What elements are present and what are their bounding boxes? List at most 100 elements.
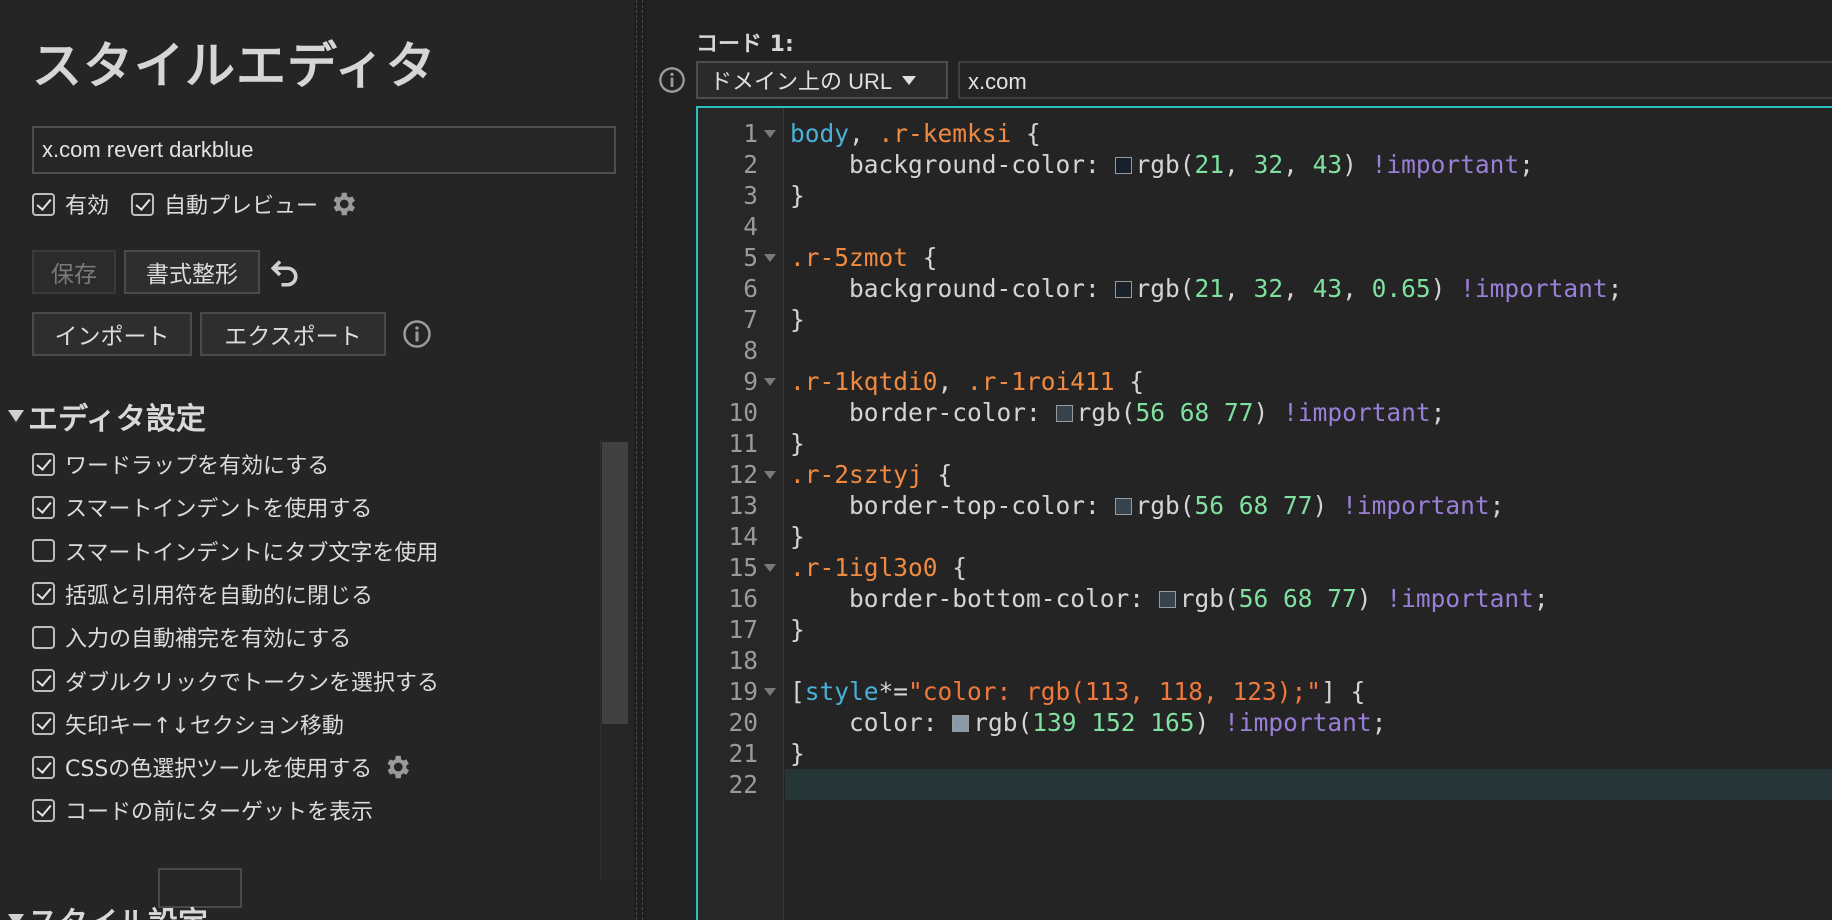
setting-label: 入力の自動補完を有効にする (65, 627, 352, 653)
setting-row[interactable]: ダブルクリックでトークンを選択する (32, 665, 439, 697)
code-token: 43 (1312, 274, 1343, 303)
code-token: { (908, 243, 938, 272)
fold-arrow-icon[interactable] (764, 130, 776, 138)
line-number: 13 (728, 491, 758, 520)
fold-arrow-icon[interactable] (764, 564, 776, 572)
code-line[interactable]: } (790, 521, 805, 552)
code-line[interactable]: } (790, 180, 805, 211)
enabled-checkbox[interactable] (32, 192, 55, 216)
code-token: , (1342, 274, 1372, 303)
code-line[interactable]: .r-5zmot { (790, 242, 938, 273)
setting-checkbox[interactable] (32, 625, 55, 649)
applies-to-select[interactable]: ドメイン上の URL (696, 61, 948, 99)
setting-row[interactable]: 矢印キー↑↓セクション移動 (32, 708, 344, 740)
code-token: 32 (1253, 150, 1284, 179)
code-token: , (849, 119, 879, 148)
setting-checkbox[interactable] (32, 539, 55, 563)
code-line[interactable]: background-color: rgb(21, 32, 43, 0.65) … (790, 273, 1622, 304)
fold-arrow-icon[interactable] (764, 254, 776, 262)
setting-row[interactable]: 入力の自動補完を有効にする (32, 621, 351, 653)
line-number: 1 (743, 119, 758, 148)
code-token: 21 (1194, 274, 1225, 303)
setting-row[interactable]: コードの前にターゲットを表示 (32, 794, 373, 826)
code-line[interactable]: background-color: rgb(21, 32, 43) !impor… (790, 149, 1534, 180)
setting-row[interactable]: スマートインデントを使用する (32, 491, 372, 523)
code-line[interactable]: [style*="color: rgb(113, 118, 123);"] { (790, 676, 1365, 707)
color-swatch-icon[interactable] (1158, 591, 1176, 608)
code-token: ; (1489, 491, 1505, 520)
code-token: border-bottom-color: (790, 584, 1159, 613)
code-line[interactable]: border-bottom-color: rgb(56 68 77) !impo… (790, 583, 1549, 614)
save-button[interactable]: 保存 (32, 250, 116, 294)
code-line[interactable]: .r-1kqtdi0, .r-1roi411 { (790, 366, 1144, 397)
setting-row[interactable]: CSSの色選択ツールを使用する (32, 751, 412, 783)
code-token: 139 152 165 (1032, 708, 1195, 737)
setting-checkbox[interactable] (32, 669, 55, 692)
setting-row[interactable]: スマートインデントにタブ文字を使用 (32, 535, 438, 567)
code-line[interactable]: color: rgb(139 152 165) !important; (790, 707, 1386, 738)
autopreview-checkbox[interactable] (131, 192, 155, 216)
code-editor[interactable]: 1 2 3 4 5 6 7 8 9 10 11 12 13 14 15 16 17 18 19 20 21 22 body… (696, 106, 1832, 920)
code-token: background-color: (790, 150, 1115, 179)
settings-gear-icon[interactable] (382, 752, 412, 782)
code-token: ; (1371, 708, 1387, 737)
export-button[interactable]: エクスポート (200, 312, 386, 356)
applies-to-value: ドメイン上の URL (710, 69, 893, 94)
setting-checkbox[interactable] (32, 582, 55, 606)
collapse-triangle-icon[interactable] (8, 914, 24, 920)
style-settings-title: スタイル設定 (28, 898, 208, 920)
code-line[interactable]: } (790, 614, 805, 645)
color-swatch-icon[interactable] (1114, 281, 1132, 298)
setting-checkbox[interactable] (32, 452, 55, 476)
code-line[interactable]: .r-2sztyj { (790, 459, 952, 490)
color-swatch-icon[interactable] (1114, 157, 1132, 174)
settings-gear-icon[interactable] (328, 189, 358, 219)
color-swatch-icon[interactable] (1114, 498, 1132, 515)
code-line[interactable]: .r-1igl3o0 { (790, 552, 967, 583)
info-icon[interactable] (658, 66, 686, 94)
code-token: style (804, 677, 879, 706)
app-title: スタイルエディタ (32, 37, 437, 95)
enabled-toggle-row: 有効 自動プレビュー (32, 188, 358, 220)
setting-label: ワードラップを有効にする (65, 454, 330, 479)
setting-checkbox[interactable] (32, 712, 55, 736)
editor-settings-heading[interactable]: エディタ設定 (8, 394, 206, 438)
code-token: border-color: (790, 398, 1056, 427)
setting-checkbox[interactable] (32, 755, 55, 779)
collapse-triangle-icon[interactable] (8, 410, 24, 422)
color-swatch-icon[interactable] (952, 715, 970, 732)
color-swatch-icon[interactable] (1055, 405, 1073, 422)
code-line[interactable]: } (790, 428, 805, 459)
style-name-input[interactable]: x.com revert darkblue (32, 126, 616, 174)
fold-arrow-icon[interactable] (764, 688, 776, 696)
code-token: *= (878, 677, 909, 706)
setting-checkbox[interactable] (32, 798, 55, 822)
code-token: .r-1kqtdi0 (790, 367, 938, 396)
code-token: ) (1342, 150, 1372, 179)
code-token: } (790, 739, 805, 768)
code-token: } (790, 429, 805, 458)
setting-row[interactable]: 括弧と引用符を自動的に閉じる (32, 578, 373, 610)
code-line[interactable]: border-top-color: rgb(56 68 77) !importa… (790, 490, 1504, 521)
applies-to-pattern-input[interactable]: x.com (958, 61, 1832, 99)
panel-resize-divider[interactable] (634, 0, 646, 920)
fold-arrow-icon[interactable] (764, 471, 776, 479)
code-line[interactable]: border-color: rgb(56 68 77) !important; (790, 397, 1445, 428)
import-button[interactable]: インポート (32, 312, 192, 356)
style-settings-heading[interactable]: スタイル設定 (8, 898, 208, 920)
settings-scrollbar-thumb[interactable] (602, 442, 628, 724)
code-line[interactable]: } (790, 738, 805, 769)
format-button[interactable]: 書式整形 (124, 250, 260, 294)
code-token: rgb( (1076, 398, 1136, 427)
code-token: rgb( (973, 708, 1033, 737)
info-icon[interactable] (402, 319, 432, 349)
undo-icon[interactable] (268, 254, 304, 290)
fold-arrow-icon[interactable] (764, 378, 776, 386)
code-token: ) (1253, 398, 1284, 427)
setting-checkbox[interactable] (32, 495, 55, 519)
code-token: !important (1224, 708, 1372, 737)
code-token: body (790, 119, 850, 148)
code-line[interactable]: body, .r-kemksi { (790, 118, 1041, 149)
setting-row[interactable]: ワードラップを有効にする (32, 448, 329, 480)
code-line[interactable]: } (790, 304, 805, 335)
